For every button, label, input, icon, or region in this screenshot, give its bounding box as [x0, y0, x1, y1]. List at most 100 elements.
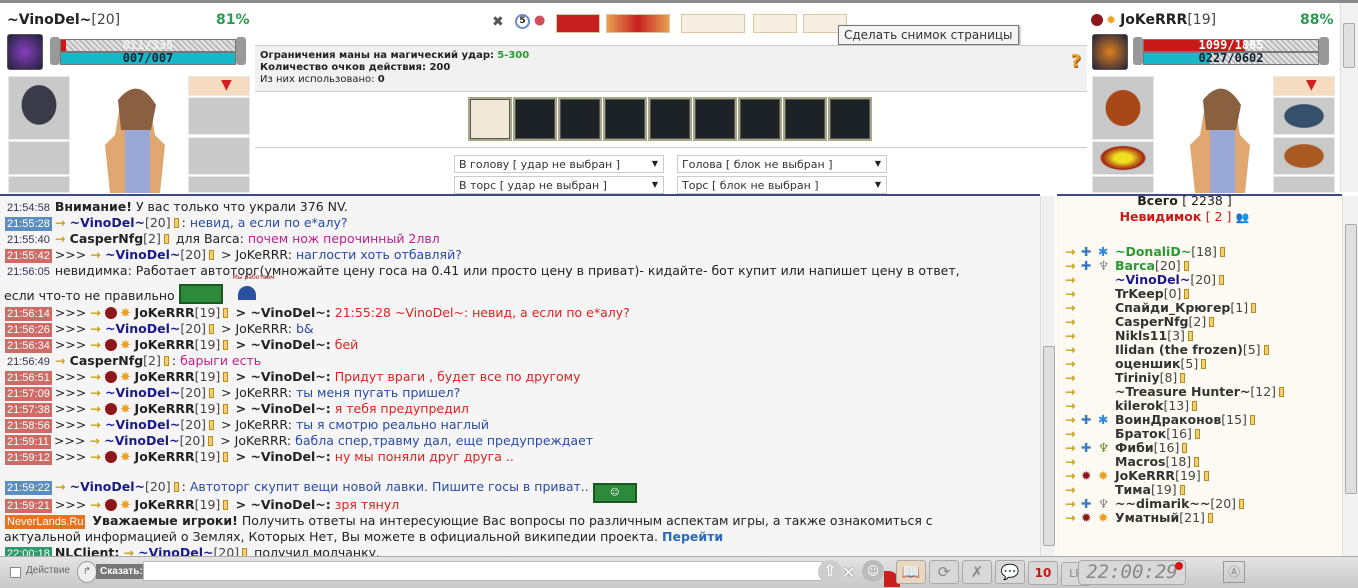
- user-name[interactable]: Спайди_Крюгер: [1115, 300, 1230, 315]
- user-info-icon[interactable]: [242, 548, 248, 556]
- user-info-icon[interactable]: [173, 218, 179, 228]
- clear-x-icon[interactable]: ✕: [842, 563, 855, 582]
- book-icon[interactable]: 📖: [896, 560, 926, 584]
- amulet-slot[interactable]: [8, 141, 70, 175]
- smiley-icon[interactable]: ☺: [862, 560, 884, 582]
- user-info-icon[interactable]: [1194, 429, 1200, 439]
- user-info-icon[interactable]: [223, 372, 229, 382]
- sender-name[interactable]: ~VinoDel~: [105, 247, 180, 262]
- private-arrow-icon[interactable]: →: [55, 231, 70, 246]
- attack-head-select[interactable]: В голову [ удар не выбран ]: [454, 155, 664, 173]
- armor-slot[interactable]: [1273, 97, 1335, 135]
- private-arrow-icon[interactable]: →: [90, 369, 105, 384]
- gloves-slot[interactable]: [188, 137, 250, 175]
- private-arrow-icon[interactable]: →: [1065, 427, 1081, 441]
- user-name[interactable]: kilerok: [1115, 398, 1163, 413]
- timestamp[interactable]: 21:54:58: [5, 201, 52, 215]
- user-list-item[interactable]: → ✚ ✱ ВоинДраконов[15]: [1057, 413, 1342, 427]
- private-arrow-icon[interactable]: →: [55, 479, 70, 494]
- private-arrow-icon[interactable]: →: [123, 545, 138, 556]
- user-info-icon[interactable]: [208, 436, 214, 446]
- user-name[interactable]: Macros: [1115, 454, 1165, 469]
- timestamp[interactable]: 21:59:21: [5, 499, 52, 513]
- private-arrow-icon[interactable]: →: [1065, 371, 1081, 385]
- action-slot[interactable]: [648, 97, 692, 141]
- user-name[interactable]: Тима: [1115, 482, 1151, 497]
- chat-input[interactable]: [143, 561, 823, 581]
- sender-name[interactable]: ~VinoDel~: [70, 215, 145, 230]
- sender-name[interactable]: JoKeRRR: [135, 337, 195, 352]
- user-list-item[interactable]: → Nikls11[3]: [1057, 329, 1342, 343]
- user-name[interactable]: Nikls11: [1115, 328, 1167, 343]
- user-info-icon[interactable]: [223, 404, 229, 414]
- timestamp[interactable]: 21:55:42: [5, 249, 52, 263]
- user-list-item[interactable]: → ~Treasure Hunter~[12]: [1057, 385, 1342, 399]
- timestamp[interactable]: 21:57:09: [5, 387, 52, 401]
- user-info-icon[interactable]: [1192, 401, 1198, 411]
- user-info-icon[interactable]: [1201, 359, 1207, 369]
- user-info-icon[interactable]: [209, 324, 215, 334]
- private-arrow-icon[interactable]: →: [1065, 469, 1081, 483]
- private-arrow-icon[interactable]: →: [1065, 245, 1081, 259]
- timer-10-icon[interactable]: 10: [1028, 561, 1058, 585]
- user-name[interactable]: Браток: [1115, 426, 1166, 441]
- private-arrow-icon[interactable]: →: [1065, 385, 1081, 399]
- user-name[interactable]: Barca: [1115, 258, 1155, 273]
- private-arrow-icon[interactable]: →: [55, 215, 70, 230]
- timestamp[interactable]: 21:56:26: [5, 323, 52, 337]
- private-arrow-icon[interactable]: →: [1065, 259, 1081, 273]
- private-arrow-icon[interactable]: →: [1065, 497, 1081, 511]
- private-arrow-icon[interactable]: →: [1065, 483, 1081, 497]
- gloves-slot[interactable]: [1273, 137, 1335, 175]
- user-list-item[interactable]: → ~VinoDel~[20]: [1057, 273, 1342, 287]
- timestamp[interactable]: 21:57:38: [5, 403, 52, 417]
- send-up-icon[interactable]: ⇧: [818, 560, 842, 584]
- user-info-icon[interactable]: [1182, 443, 1188, 453]
- private-arrow-icon[interactable]: →: [1065, 357, 1081, 371]
- user-name[interactable]: ~~dimarik~~: [1115, 496, 1210, 511]
- sender-name[interactable]: ~VinoDel~: [104, 433, 179, 448]
- user-info-icon[interactable]: [1183, 261, 1189, 271]
- top-scrollbar[interactable]: [1340, 3, 1358, 192]
- user-info-icon[interactable]: [1249, 415, 1255, 425]
- left-player-avatar[interactable]: [7, 34, 43, 70]
- private-arrow-icon[interactable]: →: [90, 401, 105, 416]
- timestamp[interactable]: 21:59:12: [5, 451, 52, 465]
- timestamp[interactable]: 21:56:05: [5, 265, 52, 279]
- user-info-icon[interactable]: [1194, 457, 1200, 467]
- sender-name[interactable]: ~VinoDel~: [105, 385, 180, 400]
- user-list-item[interactable]: → Ilidan (the frozen)[5]: [1057, 343, 1342, 357]
- news-link[interactable]: Перейти: [662, 529, 723, 544]
- private-arrow-icon[interactable]: →: [1065, 441, 1081, 455]
- action-slot[interactable]: [693, 97, 737, 141]
- private-arrow-icon[interactable]: →: [89, 433, 104, 448]
- sender-name[interactable]: JoKeRRR: [135, 401, 195, 416]
- user-list-item[interactable]: → Спайди_Крюгер[1]: [1057, 301, 1342, 315]
- user-info-icon[interactable]: [223, 308, 229, 318]
- user-list-item[interactable]: → Tiriniy[8]: [1057, 371, 1342, 385]
- user-list-item[interactable]: → ✚ ✱ ~DonaliD~[18]: [1057, 245, 1342, 259]
- user-list-item[interactable]: → CasperNfg[2]: [1057, 315, 1342, 329]
- sender-name[interactable]: ~VinoDel~: [70, 479, 145, 494]
- timestamp[interactable]: 21:56:34: [5, 339, 52, 353]
- user-name[interactable]: JoKeRRR: [1115, 468, 1175, 483]
- user-name[interactable]: ~VinoDel~: [1115, 272, 1190, 287]
- swords-icon[interactable]: ✖: [492, 14, 504, 30]
- timestamp[interactable]: 21:55:28: [5, 217, 52, 231]
- attack-torso-select[interactable]: В торс [ удар не выбран ]: [454, 176, 664, 194]
- user-name[interactable]: Уматный: [1115, 510, 1179, 525]
- user-info-icon[interactable]: [209, 420, 215, 430]
- user-info-icon[interactable]: [1187, 331, 1193, 341]
- user-info-icon[interactable]: [163, 356, 169, 366]
- private-arrow-icon[interactable]: →: [1065, 455, 1081, 469]
- weapon2-slot[interactable]: [188, 176, 250, 193]
- mask-icon[interactable]: [681, 14, 745, 33]
- help-icon[interactable]: ?: [1071, 53, 1081, 71]
- user-info-icon[interactable]: [209, 250, 215, 260]
- sender-name[interactable]: CasperNfg: [70, 231, 144, 246]
- user-list-item[interactable]: → Тима[19]: [1057, 483, 1342, 497]
- user-info-icon[interactable]: [1207, 513, 1213, 523]
- private-arrow-icon[interactable]: →: [1065, 511, 1081, 525]
- user-name[interactable]: CasperNfg: [1115, 314, 1189, 329]
- action-slot[interactable]: [603, 97, 647, 141]
